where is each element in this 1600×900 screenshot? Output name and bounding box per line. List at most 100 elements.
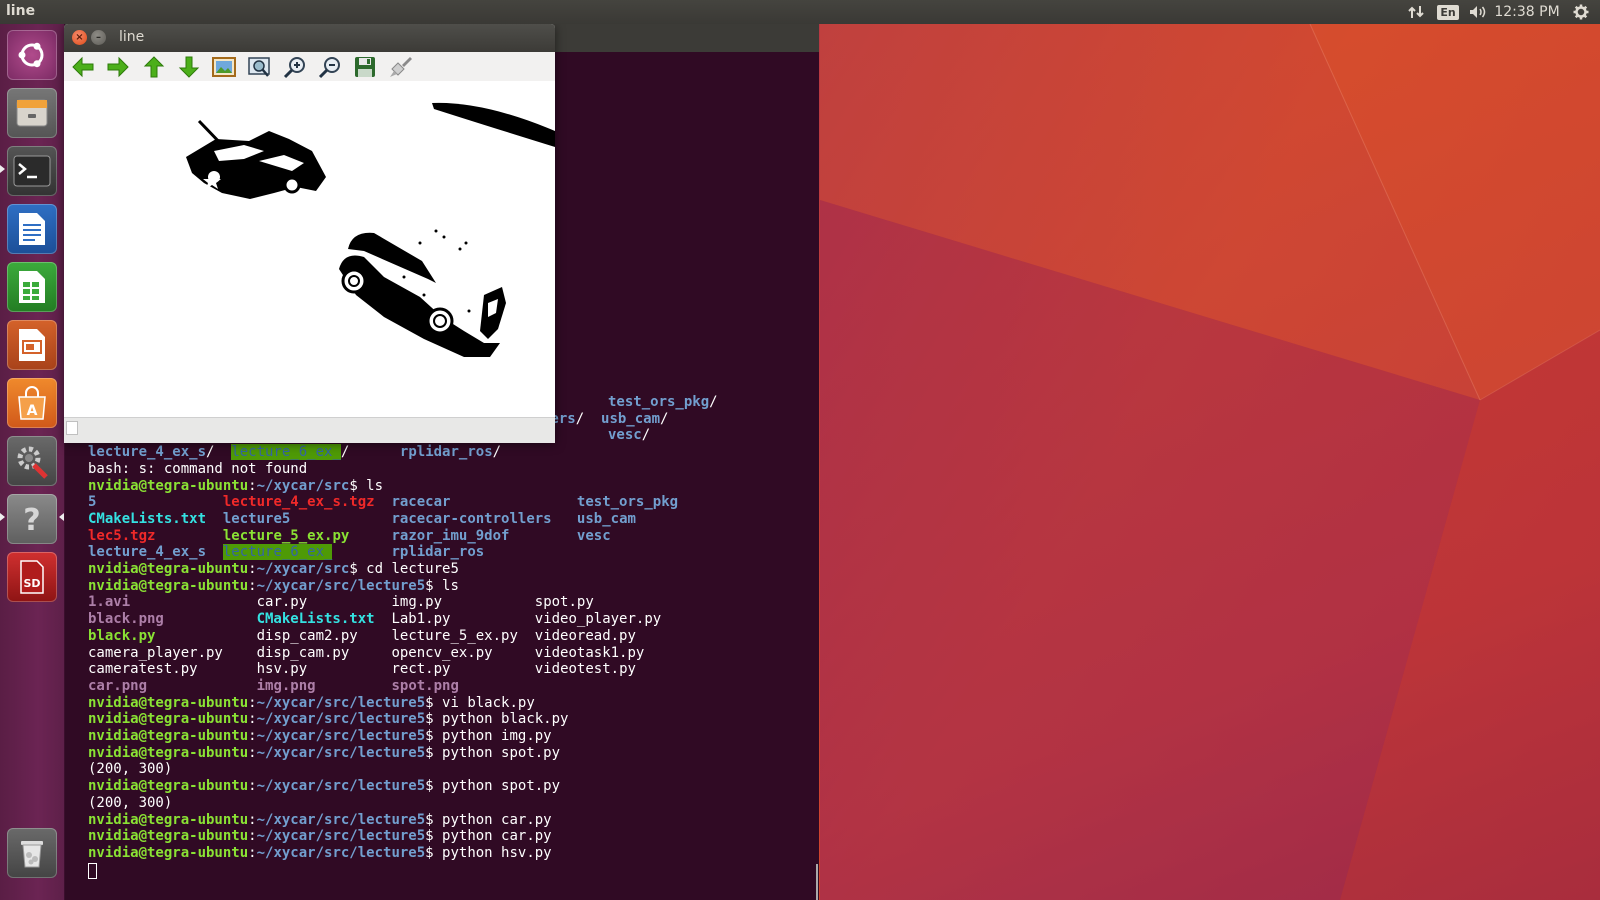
terminal-text-segment: / xyxy=(206,444,232,461)
terminal-text-segment: : xyxy=(248,811,257,828)
impress-icon[interactable] xyxy=(7,320,57,370)
terminal-text-segment: rplidar_ros xyxy=(391,544,485,561)
terminal-text-segment: racecar xyxy=(391,494,451,511)
terminal-line: lecture_4_ex_s lecture_6_ex_ rplidar_ros xyxy=(88,544,484,561)
terminal-text-segment: cameratest.py xyxy=(88,661,198,678)
terminal-line: lers/ usb_cam/ xyxy=(542,411,668,428)
terminal-icon[interactable] xyxy=(7,146,57,196)
image-icon[interactable] xyxy=(211,54,237,80)
svg-text:SD: SD xyxy=(23,577,40,590)
sd-card-icon[interactable]: SD xyxy=(7,552,57,602)
terminal-text-segment: razor_imu_9dof xyxy=(391,527,510,544)
terminal-line: nvidia@tegra-ubuntu:~/xycar/src/lecture5… xyxy=(88,578,459,595)
terminal-text-segment: videotask1.py xyxy=(534,644,645,661)
terminal-text-segment: black.png xyxy=(88,611,164,628)
terminal-text-segment: ~/xycar/src/lecture5 xyxy=(256,744,426,761)
help-icon[interactable]: ? xyxy=(7,494,57,544)
clock[interactable]: 12:38 PM xyxy=(1494,0,1560,24)
terminal-text-segment: vesc xyxy=(576,527,611,544)
terminal-text-segment: $ python car.py xyxy=(425,811,552,828)
svg-text:?: ? xyxy=(23,503,40,536)
terminal-text-segment: CMakeLists.txt xyxy=(256,611,375,628)
close-icon: × xyxy=(75,32,84,43)
terminal-text-segment: lecture_4_ex_s.tgz xyxy=(222,494,375,511)
writer-icon[interactable] xyxy=(7,204,57,254)
terminal-text-segment: nvidia@tegra-ubuntu xyxy=(88,778,249,795)
image-canvas[interactable] xyxy=(64,81,555,417)
calc-icon[interactable] xyxy=(7,262,57,312)
terminal-text-segment: opencv_ex.py xyxy=(391,644,493,661)
zoom-out-icon[interactable] xyxy=(317,54,343,80)
files-icon[interactable] xyxy=(7,88,57,138)
trash-icon[interactable] xyxy=(7,828,57,878)
dash-home-icon[interactable] xyxy=(7,30,57,80)
terminal-text-segment: ~/xycar/src/lecture5 xyxy=(256,711,426,728)
keyboard-layout-indicator[interactable]: En xyxy=(1436,0,1460,24)
terminal-line: nvidia@tegra-ubuntu:~/xycar/src$ ls xyxy=(88,478,383,495)
terminal-line: nvidia@tegra-ubuntu:~/xycar/src/lecture5… xyxy=(88,711,568,728)
terminal-text-segment: camera_player.py xyxy=(88,644,223,661)
terminal-cursor xyxy=(88,862,97,879)
terminal-text-segment: 1.avi xyxy=(88,594,131,611)
terminal-text-segment: : xyxy=(248,477,257,494)
save-icon[interactable] xyxy=(352,54,378,80)
software-center-icon[interactable]: A xyxy=(7,378,57,428)
terminal-text-segment: nvidia@tegra-ubuntu xyxy=(88,561,249,577)
active-app-title: line xyxy=(6,3,36,19)
network-icon[interactable] xyxy=(1405,0,1427,24)
terminal-text-segment: rect.py xyxy=(391,661,451,678)
terminal-text-segment: ~/xycar/src xyxy=(256,477,350,494)
arrow-left-icon[interactable] xyxy=(70,54,96,80)
system-settings-icon[interactable] xyxy=(7,436,57,486)
arrow-right-icon[interactable] xyxy=(105,54,131,80)
image-window-titlebar[interactable]: × – line xyxy=(64,24,555,52)
terminal-text-segment: hsv.py xyxy=(256,661,308,678)
system-menu-gear-icon[interactable] xyxy=(1569,0,1593,24)
terminal-text-segment: videoread.py xyxy=(534,627,636,644)
terminal-text-segment: video_player.py xyxy=(534,611,662,628)
terminal-text-segment: ~/xycar/src/lecture5 xyxy=(256,828,426,845)
terminal-text-segment: car.png xyxy=(88,677,148,694)
terminal-text-segment: lecture_4_ex_s xyxy=(88,444,207,461)
terminal-line: 5 lecture_4_ex_s.tgz racecar test_ors_pk… xyxy=(88,494,678,511)
volume-icon[interactable] xyxy=(1466,0,1490,24)
terminal-text-segment: bash: s: command not found xyxy=(88,460,308,477)
zoom-in-icon[interactable] xyxy=(282,54,308,80)
svg-text:A: A xyxy=(27,403,38,419)
terminal-line: bash: s: command not found xyxy=(88,461,307,478)
close-button[interactable]: × xyxy=(72,30,87,45)
image-window[interactable]: × – line xyxy=(64,24,555,443)
terminal-text-segment: $ python black.py xyxy=(425,711,569,728)
arrow-up-icon[interactable] xyxy=(141,54,167,80)
terminal-line: (200, 300) xyxy=(88,795,172,812)
terminal-text-segment: nvidia@tegra-ubuntu xyxy=(88,844,249,861)
terminal-text-segment: videotest.py xyxy=(534,661,636,678)
terminal-text-segment: lec5.tgz xyxy=(88,527,156,544)
arrow-down-icon[interactable] xyxy=(176,54,202,80)
terminal-text-segment: / xyxy=(709,394,718,410)
image-status-bar xyxy=(64,417,555,443)
terminal-text-segment: lecture_4_ex_s xyxy=(88,544,207,561)
terminal-text-segment: ~/xycar/src xyxy=(256,561,350,577)
brush-icon[interactable] xyxy=(387,54,413,80)
terminal-text-segment: test_ors_pkg xyxy=(608,394,710,410)
terminal-text-segment: nvidia@tegra-ubuntu xyxy=(88,728,249,744)
terminal-line: nvidia@tegra-ubuntu:~/xycar/src/lecture5… xyxy=(88,778,560,795)
minimize-button[interactable]: – xyxy=(91,30,106,45)
zoom-fit-icon[interactable] xyxy=(247,54,273,80)
terminal-text-segment: spot.py xyxy=(534,594,594,611)
terminal-line: camera_player.py disp_cam.py opencv_ex.p… xyxy=(88,645,644,662)
terminal-text-segment: usb_cam xyxy=(601,410,661,427)
terminal-text-segment: $ python spot.py xyxy=(425,778,561,795)
terminal-scrollbar[interactable] xyxy=(816,864,818,900)
